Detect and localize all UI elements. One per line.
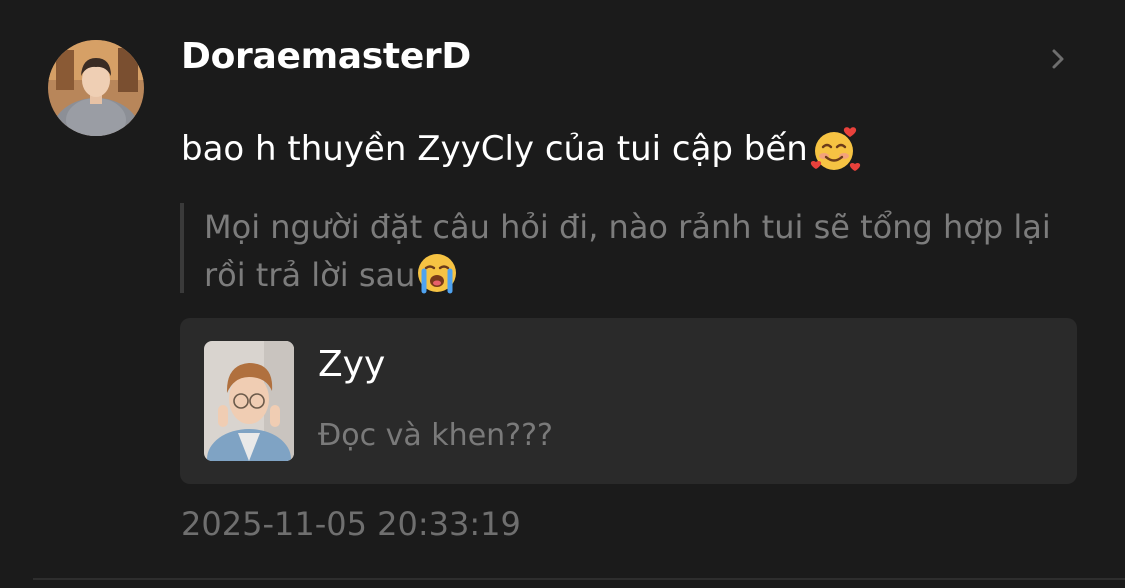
card-title: Zyy [318,344,386,385]
card-thumbnail [204,341,294,461]
avatar-image [48,40,144,136]
quoted-post[interactable]: Mọi người đặt câu hỏi đi, nào rảnh tui s… [180,203,1051,294]
comment-text-body: bao h thuyền ZyyCly của tui cập bến [181,129,808,169]
card-subtitle: Đọc và khen??? [318,418,553,453]
comment-text: bao h thuyền ZyyCly của tui cập bến [181,122,862,176]
quote-text: Mọi người đặt câu hỏi đi, nào rảnh tui s… [204,203,1054,299]
divider [33,578,1125,580]
linked-post-card[interactable]: Zyy Đọc và khen??? [180,318,1077,484]
loudly-crying-face-icon [415,251,459,295]
chevron-right-icon[interactable] [1046,44,1070,74]
quote-bar [180,203,184,293]
smiling-face-with-hearts-icon [808,122,862,176]
timestamp: 2025-11-05 20:33:19 [181,505,521,543]
quote-text-body: Mọi người đặt câu hỏi đi, nào rảnh tui s… [204,208,1051,294]
avatar[interactable] [48,40,144,136]
username[interactable]: DoraemasterD [181,36,471,77]
